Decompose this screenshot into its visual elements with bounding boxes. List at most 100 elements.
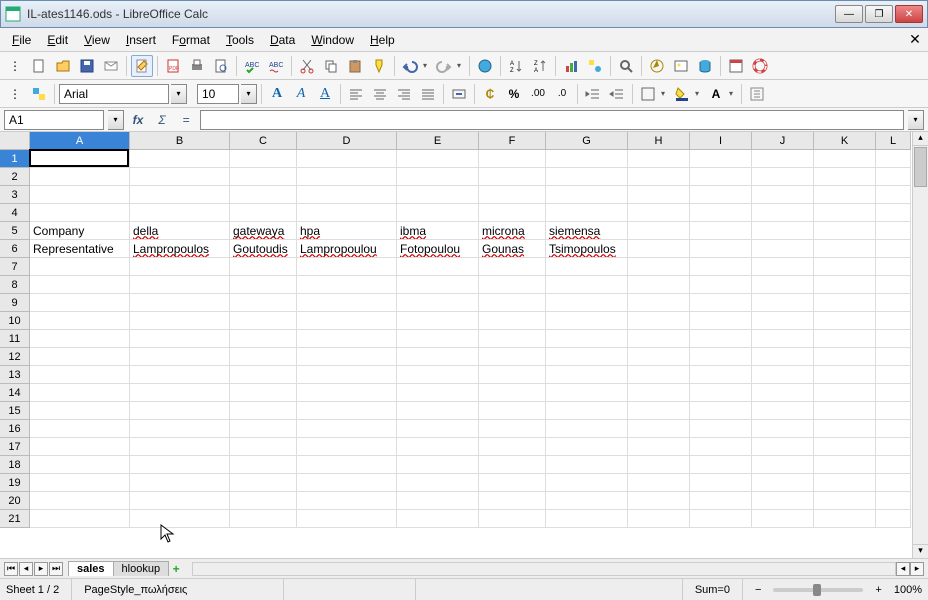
cell-D8[interactable] xyxy=(297,276,397,294)
row-header-21[interactable]: 21 xyxy=(0,510,30,528)
cell-H12[interactable] xyxy=(628,348,690,366)
column-header-C[interactable]: C xyxy=(230,132,297,150)
zoom-slider[interactable] xyxy=(773,588,863,592)
cell-B5[interactable]: della xyxy=(130,222,230,240)
cell-K8[interactable] xyxy=(814,276,876,294)
cell-F17[interactable] xyxy=(479,438,546,456)
cell-A11[interactable] xyxy=(30,330,130,348)
cell-K13[interactable] xyxy=(814,366,876,384)
cell-D9[interactable] xyxy=(297,294,397,312)
column-header-F[interactable]: F xyxy=(479,132,546,150)
cell-A19[interactable] xyxy=(30,474,130,492)
cell-H20[interactable] xyxy=(628,492,690,510)
cell-C12[interactable] xyxy=(230,348,297,366)
cell-B17[interactable] xyxy=(130,438,230,456)
cell-F11[interactable] xyxy=(479,330,546,348)
cell-I13[interactable] xyxy=(690,366,752,384)
cell-A1[interactable] xyxy=(30,150,130,168)
cell-B20[interactable] xyxy=(130,492,230,510)
cell-B13[interactable] xyxy=(130,366,230,384)
cell-D5[interactable]: hpa xyxy=(297,222,397,240)
cell-I21[interactable] xyxy=(690,510,752,528)
cell-F4[interactable] xyxy=(479,204,546,222)
percent-button[interactable]: % xyxy=(503,83,525,105)
cell-H17[interactable] xyxy=(628,438,690,456)
cell-F20[interactable] xyxy=(479,492,546,510)
cell-K12[interactable] xyxy=(814,348,876,366)
merge-cells-button[interactable] xyxy=(448,83,470,105)
select-all-corner[interactable] xyxy=(0,132,30,150)
help-button[interactable] xyxy=(749,55,771,77)
cell-E16[interactable] xyxy=(397,420,479,438)
cell-D7[interactable] xyxy=(297,258,397,276)
cell-B14[interactable] xyxy=(130,384,230,402)
copy-button[interactable] xyxy=(320,55,342,77)
formula-input[interactable] xyxy=(200,110,904,130)
edit-mode-button[interactable] xyxy=(131,55,153,77)
sum-button[interactable]: Σ xyxy=(152,110,172,130)
cell-A21[interactable] xyxy=(30,510,130,528)
undo-dropdown[interactable]: ▾ xyxy=(423,61,431,70)
cell-G15[interactable] xyxy=(546,402,628,420)
row-header-18[interactable]: 18 xyxy=(0,456,30,474)
cell-J5[interactable] xyxy=(752,222,814,240)
cell-H3[interactable] xyxy=(628,186,690,204)
cell-I5[interactable] xyxy=(690,222,752,240)
find-button[interactable] xyxy=(615,55,637,77)
more-options-button[interactable] xyxy=(746,83,768,105)
cell-J8[interactable] xyxy=(752,276,814,294)
row-header-10[interactable]: 10 xyxy=(0,312,30,330)
cell-B15[interactable] xyxy=(130,402,230,420)
add-sheet-button[interactable]: + xyxy=(168,562,184,576)
cell-D1[interactable] xyxy=(297,150,397,168)
print-button[interactable] xyxy=(186,55,208,77)
cell-B12[interactable] xyxy=(130,348,230,366)
cell-G12[interactable] xyxy=(546,348,628,366)
cell-C5[interactable]: gatewaya xyxy=(230,222,297,240)
sum-label[interactable]: Sum=0 xyxy=(695,579,743,600)
cell-D20[interactable] xyxy=(297,492,397,510)
cell-H8[interactable] xyxy=(628,276,690,294)
cell-G4[interactable] xyxy=(546,204,628,222)
cell-K11[interactable] xyxy=(814,330,876,348)
cell-I7[interactable] xyxy=(690,258,752,276)
cell-B8[interactable] xyxy=(130,276,230,294)
cell-F15[interactable] xyxy=(479,402,546,420)
sort-asc-button[interactable]: AZ xyxy=(505,55,527,77)
cell-E2[interactable] xyxy=(397,168,479,186)
cell-F6[interactable]: Gounas xyxy=(479,240,546,258)
cell-K19[interactable] xyxy=(814,474,876,492)
chart-button[interactable] xyxy=(560,55,582,77)
cell-K18[interactable] xyxy=(814,456,876,474)
export-pdf-button[interactable]: PDF xyxy=(162,55,184,77)
cell-reference-input[interactable]: A1 xyxy=(4,110,104,130)
cell-F8[interactable] xyxy=(479,276,546,294)
cell-L9[interactable] xyxy=(876,294,911,312)
close-button[interactable]: ✕ xyxy=(895,5,923,23)
menu-insert[interactable]: Insert xyxy=(118,31,164,49)
cell-D10[interactable] xyxy=(297,312,397,330)
cell-I3[interactable] xyxy=(690,186,752,204)
bgcolor-dropdown[interactable]: ▾ xyxy=(695,89,703,98)
cell-D21[interactable] xyxy=(297,510,397,528)
cell-H18[interactable] xyxy=(628,456,690,474)
column-header-G[interactable]: G xyxy=(546,132,628,150)
cell-D4[interactable] xyxy=(297,204,397,222)
cell-A15[interactable] xyxy=(30,402,130,420)
cell-E19[interactable] xyxy=(397,474,479,492)
cell-G18[interactable] xyxy=(546,456,628,474)
column-header-H[interactable]: H xyxy=(628,132,690,150)
cell-F5[interactable]: microna xyxy=(479,222,546,240)
maximize-button[interactable]: ❐ xyxy=(865,5,893,23)
cell-L11[interactable] xyxy=(876,330,911,348)
page-style-label[interactable]: PageStyle_πωλήσεις xyxy=(84,579,284,600)
row-header-4[interactable]: 4 xyxy=(0,204,30,222)
cell-F21[interactable] xyxy=(479,510,546,528)
row-header-20[interactable]: 20 xyxy=(0,492,30,510)
cell-L4[interactable] xyxy=(876,204,911,222)
column-header-A[interactable]: A xyxy=(30,132,130,150)
row-header-2[interactable]: 2 xyxy=(0,168,30,186)
cell-H13[interactable] xyxy=(628,366,690,384)
cell-K7[interactable] xyxy=(814,258,876,276)
scroll-thumb[interactable] xyxy=(914,147,927,187)
